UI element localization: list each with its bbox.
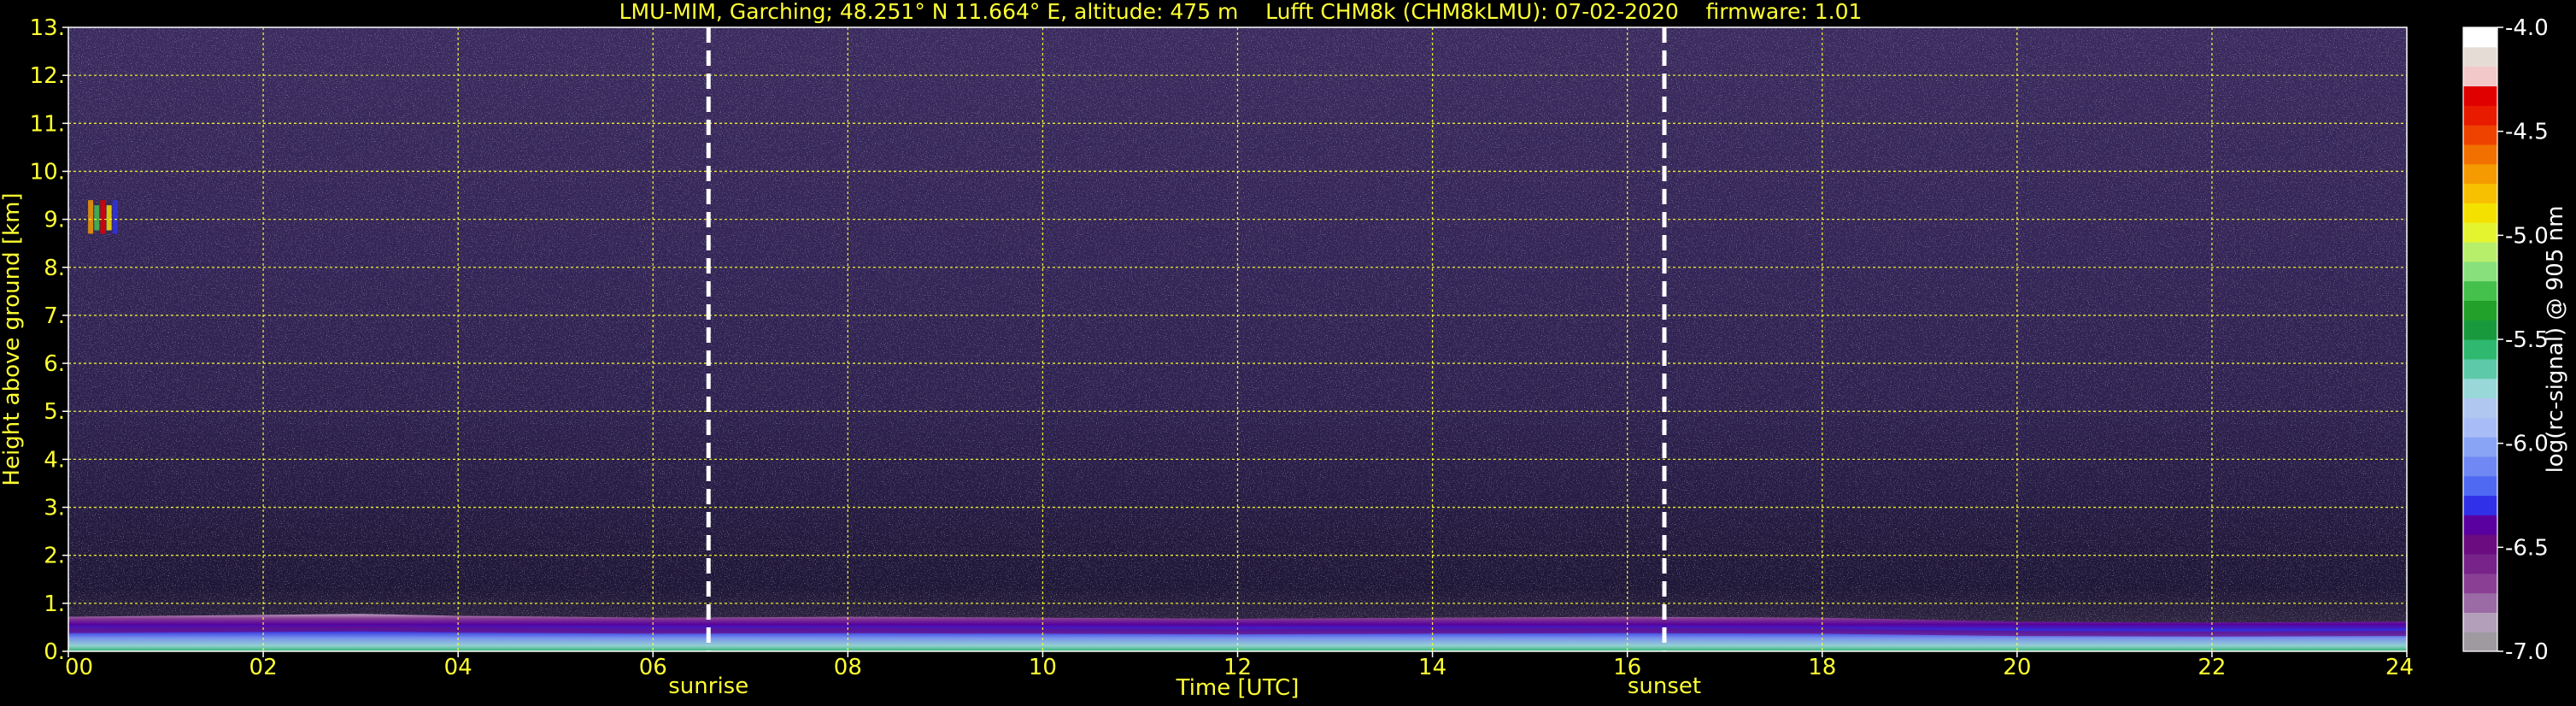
colorbar-swatch [2463, 339, 2497, 360]
colorbar-swatch [2463, 534, 2497, 555]
colorbar-swatch [2463, 241, 2497, 262]
colorbar-tick-label: -4.5 [2505, 120, 2549, 145]
cloud-feature [88, 200, 118, 234]
y-axis: 0. 1. 2. 3. 4. 5. 6. 7. 8. 9. 10. 11. 12. 13. [30, 15, 68, 665]
x-tick-label: 24 [2385, 655, 2414, 680]
colorbar-swatch [2463, 397, 2497, 418]
x-tick-label: 18 [1808, 655, 1836, 680]
colorbar-swatch [2463, 163, 2497, 185]
y-tick-label: 10. [30, 159, 65, 185]
colorbar-swatch [2463, 66, 2497, 87]
y-tick-label: 6. [44, 351, 65, 377]
colorbar-swatch [2463, 85, 2497, 106]
colorbar-tick-label: -6.5 [2505, 535, 2549, 561]
x-tick-label: 22 [2198, 655, 2226, 680]
x-tick-label: 02 [249, 655, 278, 680]
marker-label-sunrise: sunrise [668, 674, 748, 699]
colorbar-swatch [2463, 475, 2497, 497]
y-tick-label: 0. [44, 639, 65, 665]
colorbar-swatch [2463, 280, 2497, 301]
x-tick-label: 04 [444, 655, 472, 680]
chart-title: LMU-MIM, Garching; 48.251° N 11.664° E, … [619, 0, 1863, 24]
y-tick-label: 11. [30, 111, 65, 137]
colorbar-swatch [2463, 222, 2497, 243]
plot-area [68, 27, 2407, 651]
colorbar-swatch [2463, 300, 2497, 321]
colorbar-swatch [2463, 495, 2497, 515]
colorbar-swatch [2463, 320, 2497, 340]
colorbar-swatch [2463, 515, 2497, 535]
colorbar-label: log(rc-signal) @ 905 nm [2543, 206, 2568, 474]
colorbar-swatch [2463, 125, 2497, 145]
y-tick-label: 5. [44, 399, 65, 425]
colorbar-swatch [2463, 358, 2497, 379]
x-tick-label: 08 [834, 655, 862, 680]
colorbar-swatch [2463, 592, 2497, 613]
colorbar-swatch [2463, 27, 2497, 48]
y-tick-label: 1. [44, 591, 65, 617]
colorbar-swatch [2463, 183, 2497, 203]
ceilometer-plot: LMU-MIM, Garching; 48.251° N 11.664° E, … [0, 0, 2568, 701]
y-tick-label: 4. [44, 447, 65, 473]
x-tick-label: 14 [1418, 655, 1446, 680]
cloud-streak [88, 200, 94, 234]
y-tick-label: 9. [44, 208, 65, 233]
x-axis-label: Time [UTC] [1176, 675, 1300, 701]
colorbar-swatch [2463, 612, 2497, 632]
colorbar-tick-label: -4.0 [2505, 15, 2549, 41]
colorbar-swatch [2463, 46, 2497, 68]
x-tick-label: 00 [65, 655, 93, 680]
colorbar-swatch [2463, 378, 2497, 399]
colorbar-swatch [2463, 437, 2497, 457]
y-axis-label: Height above ground [km] [0, 192, 25, 485]
y-tick-label: 3. [44, 496, 65, 521]
x-tick-label: 06 [639, 655, 667, 680]
cloud-streak [112, 200, 118, 234]
cloud-streak [100, 200, 106, 234]
y-tick-label: 2. [44, 544, 65, 569]
cloud-streak [106, 205, 112, 231]
colorbar-swatch [2463, 573, 2497, 594]
x-tick-label: 10 [1029, 655, 1057, 680]
colorbar-swatch [2463, 456, 2497, 477]
colorbar-swatch [2463, 261, 2497, 282]
y-tick-label: 12. [30, 63, 65, 89]
colorbar-swatch [2463, 632, 2497, 652]
y-tick-label: 7. [44, 303, 65, 329]
colorbar-swatch [2463, 144, 2497, 165]
cloud-streak [94, 205, 100, 231]
x-tick-label: 20 [2003, 655, 2031, 680]
colorbar-swatch [2463, 417, 2497, 438]
marker-label-sunset: sunset [1628, 674, 1701, 699]
y-tick-label: 13. [30, 15, 65, 41]
colorbar: -7.0-6.5-6.0-5.5-5.0-4.5-4.0 [2462, 15, 2549, 665]
colorbar-swatch [2463, 105, 2497, 126]
colorbar-tick-label: -7.0 [2505, 639, 2549, 665]
colorbar-swatch [2463, 553, 2497, 574]
colorbar-swatch [2463, 203, 2497, 223]
y-tick-label: 8. [44, 256, 65, 281]
